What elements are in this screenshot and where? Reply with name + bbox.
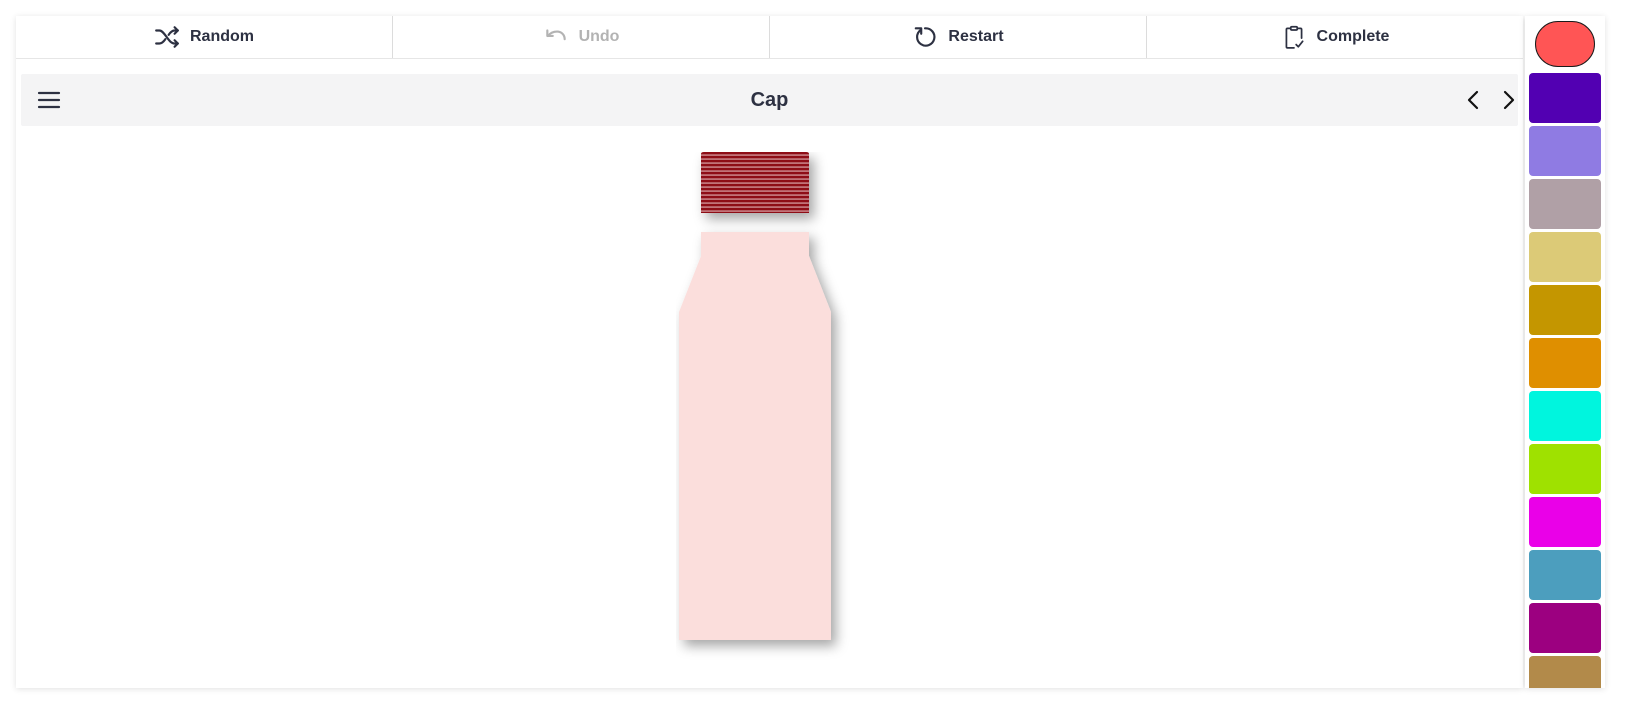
random-label: Random	[190, 28, 254, 45]
shuffle-icon	[155, 26, 179, 48]
color-swatch[interactable]	[1529, 603, 1601, 653]
color-swatch[interactable]	[1529, 73, 1601, 123]
color-swatch[interactable]	[1529, 391, 1601, 441]
color-palette	[1525, 16, 1605, 688]
color-swatch[interactable]	[1529, 656, 1601, 688]
undo-label: Undo	[578, 28, 620, 45]
clipboard-check-icon	[1285, 25, 1304, 49]
restart-icon	[915, 27, 936, 47]
restart-button[interactable]: Restart	[770, 16, 1147, 58]
color-swatch[interactable]	[1529, 550, 1601, 600]
color-swatch[interactable]	[1529, 285, 1601, 335]
random-button[interactable]: Random	[16, 16, 393, 58]
chevron-right-icon	[1503, 90, 1515, 110]
title-bar: Cap	[21, 74, 1518, 126]
toolbar: Random Undo Restart Complete	[16, 16, 1523, 59]
chevron-left-icon	[1467, 90, 1479, 110]
color-swatch[interactable]	[1529, 338, 1601, 388]
color-swatch[interactable]	[1529, 126, 1601, 176]
bottle-illustration	[679, 152, 831, 640]
color-swatch[interactable]	[1529, 497, 1601, 547]
complete-label: Complete	[1316, 28, 1390, 45]
bottle-body	[679, 232, 831, 640]
selected-color-swatch[interactable]	[1535, 21, 1595, 67]
previous-button[interactable]	[1461, 87, 1487, 113]
page-title: Cap	[750, 89, 789, 111]
design-canvas	[16, 132, 1523, 688]
color-swatch[interactable]	[1529, 179, 1601, 229]
restart-label: Restart	[948, 28, 1004, 45]
color-swatch[interactable]	[1529, 232, 1601, 282]
editor-panel: Random Undo Restart Complete Cap	[16, 16, 1523, 688]
bottle-cap[interactable]	[701, 152, 809, 213]
undo-icon	[545, 29, 566, 41]
undo-button[interactable]: Undo	[393, 16, 770, 58]
complete-button[interactable]: Complete	[1147, 16, 1523, 58]
next-button[interactable]	[1495, 87, 1521, 113]
color-swatch[interactable]	[1529, 444, 1601, 494]
